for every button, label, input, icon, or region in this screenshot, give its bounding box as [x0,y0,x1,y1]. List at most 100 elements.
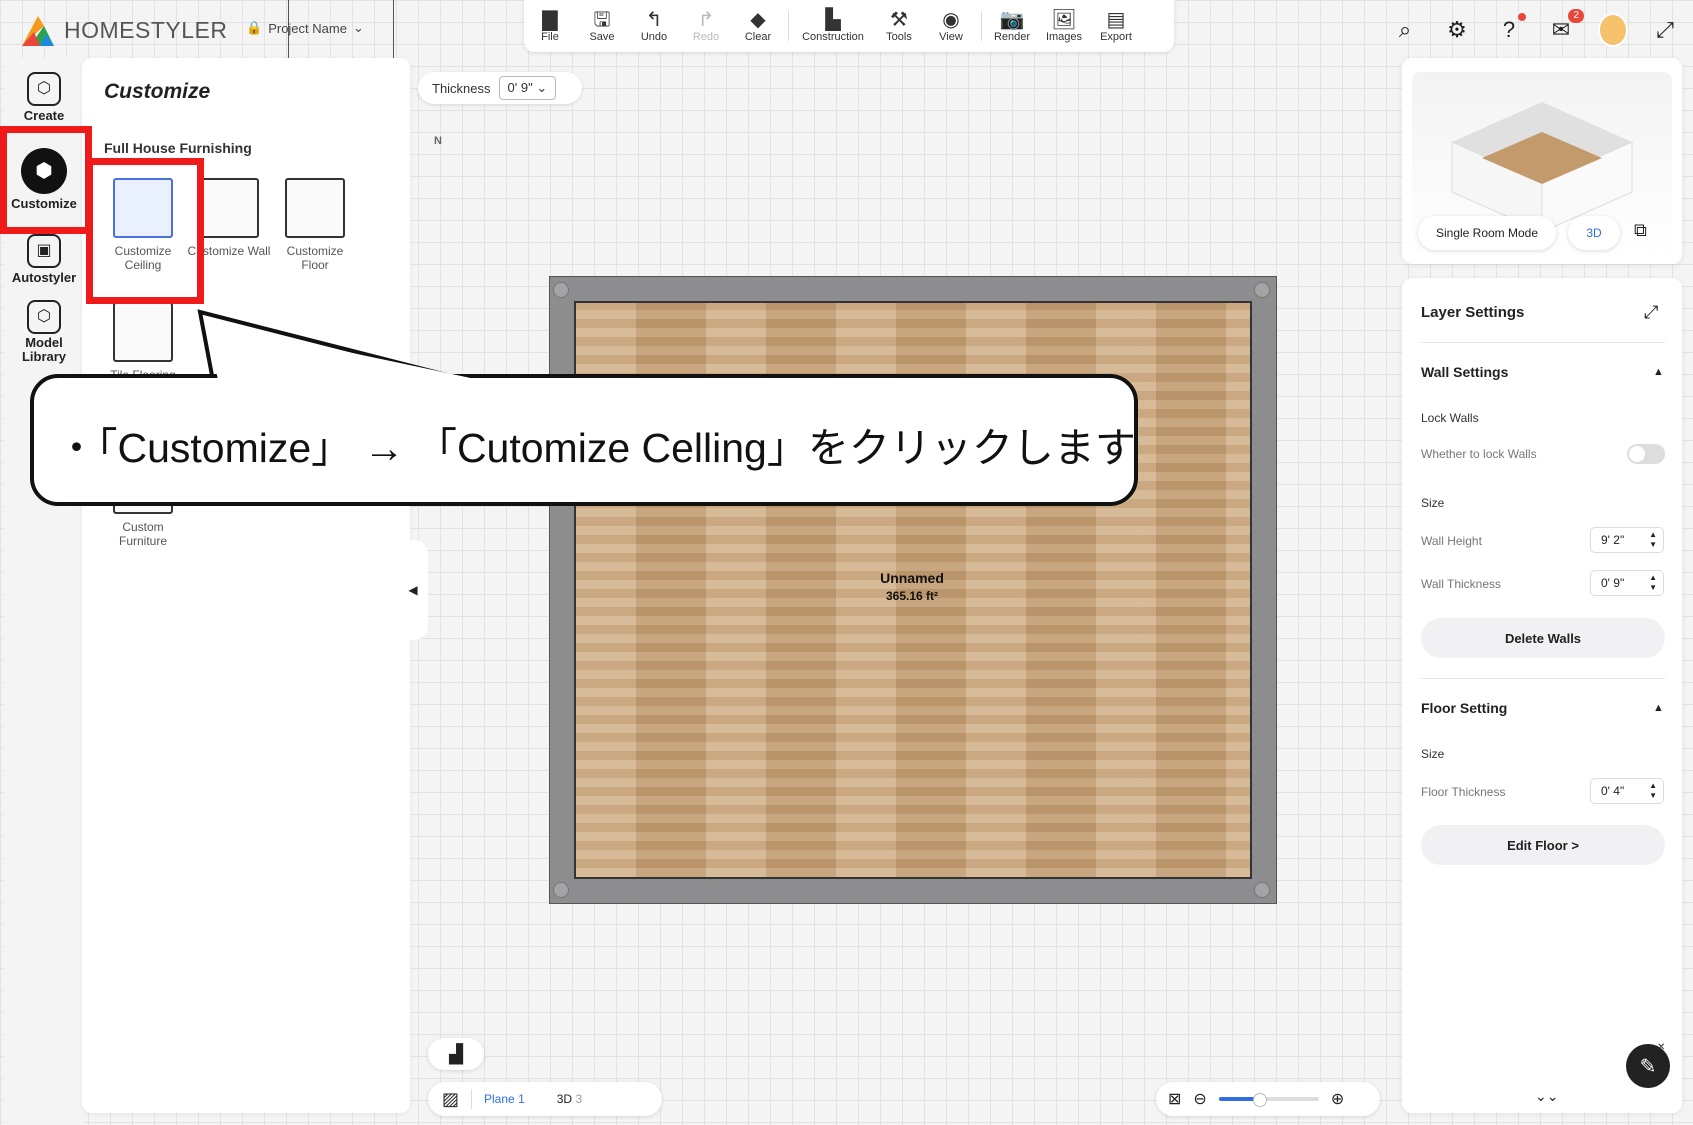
autostyler-icon: ▣ [27,234,61,268]
app-logo: HOMESTYLER [20,10,227,50]
view-button[interactable]: ◉ View [925,0,977,52]
stepper-arrows-icon[interactable]: ▲ ▼ [1649,781,1657,801]
caret-up-icon[interactable]: ▲ [1653,366,1664,378]
collapse-panel-button[interactable]: ◀ [398,540,428,640]
undo-icon: ↰ [645,9,663,31]
feedback-icon: ✎ [1639,1055,1657,1078]
panel-title: Customize [104,80,211,103]
stepper-arrows-icon[interactable]: ▲ ▼ [1649,530,1657,550]
thickness-select[interactable]: 0' 9" ⌄ [498,76,557,100]
divider [1421,678,1665,679]
mail-icon[interactable]: ✉ 2 [1546,9,1584,45]
floor-setting-header[interactable]: Floor Setting [1421,700,1507,716]
divider [1421,342,1665,343]
3d-toggle-button[interactable]: 3D [1568,216,1620,250]
floor-thickness-stepper[interactable]: 0' 4" ▲ ▼ [1590,778,1664,804]
panel-section-title: Full House Furnishing [104,140,252,156]
fullscreen-icon[interactable]: ⤢ [1650,15,1680,45]
highlight-customize-ceiling [86,158,204,304]
room-name: Unnamed [880,570,944,586]
3d-view-tab[interactable]: 3D 3 [557,1092,582,1106]
divider [471,1089,473,1109]
wall-corner-handle[interactable] [1254,282,1270,298]
redo-icon: ↱ [697,9,715,31]
undo-button[interactable]: ↰ Undo [628,0,680,52]
help-icon[interactable]: ? [1494,13,1526,45]
lock-walls-description: Whether to lock Walls [1421,447,1537,461]
zoom-out-icon[interactable]: ⊖ [1193,1089,1206,1109]
add-level-icon: ▟ [449,1043,463,1064]
project-name-dropdown[interactable]: 🔒 Project Name ⌄ [246,20,364,36]
expand-icon[interactable]: ⤢ [1644,302,1658,323]
mail-badge: 2 [1568,9,1584,23]
tile-tile-flooring[interactable]: Tile Flooring [100,302,186,382]
tools-icon: ⚒ [890,9,908,31]
zoom-slider-handle[interactable] [1252,1093,1267,1107]
zoom-in-icon[interactable]: ⊕ [1331,1089,1344,1109]
edit-floor-button[interactable]: Edit Floor > [1421,825,1665,865]
wall-height-stepper[interactable]: 9' 2" ▲ ▼ [1590,527,1664,553]
chevron-down-icon: ⌄ [352,20,364,35]
close-icon[interactable]: ✕ [1657,1042,1665,1053]
eye-icon: ◉ [942,9,960,31]
highlight-customize [0,126,92,234]
notification-dot [1518,13,1526,21]
model-library-icon: ⬡ [27,300,61,334]
caret-left-icon: ◀ [408,583,418,597]
rail-model-library[interactable]: ⬡ Model Library [4,300,84,364]
lock-walls-toggle[interactable] [1627,444,1665,464]
save-button[interactable]: 🖫 Save [576,0,628,52]
user-avatar[interactable] [1598,13,1628,47]
delete-walls-button[interactable]: Delete Walls [1421,618,1665,658]
tile-customize-floor[interactable]: Customize Floor [272,178,358,272]
wall-height-label: Wall Height [1421,534,1482,548]
wall-thickness-stepper[interactable]: 0' 9" ▲ ▼ [1590,570,1664,596]
layer-settings-panel [1402,278,1682,1113]
top-right-actions: ⌕ ⚙ ? ✉ 2 ⤢ [1390,9,1680,48]
thickness-label: Thickness [432,80,491,96]
caret-up-icon[interactable]: ▲ [1653,702,1664,714]
construction-button[interactable]: ▙ Construction [793,0,873,52]
create-icon: ⬡ [27,72,61,106]
images-button[interactable]: 🖼 Images [1038,0,1090,52]
wall-corner-handle[interactable] [1254,882,1270,898]
floor-size-label: Size [1421,747,1445,761]
hatch-icon[interactable]: ▨ [442,1089,459,1110]
double-chevron-down-icon[interactable]: ⌄⌄ [1535,1088,1558,1105]
avatar [1598,13,1628,47]
single-room-mode-button[interactable]: Single Room Mode [1418,216,1556,250]
tile-flooring-icon [113,302,173,362]
rail-create[interactable]: ⬡ Create [4,72,84,123]
copy-icon[interactable]: ⧉ [1634,220,1647,241]
render-button[interactable]: 📷 Render [986,0,1038,52]
floor-thickness-label: Floor Thickness [1421,785,1506,799]
redo-button[interactable]: ↱ Redo [680,0,732,52]
plane-view-tab[interactable]: Plane 1 [484,1092,525,1106]
zoom-slider[interactable] [1218,1093,1319,1107]
wall-corner-handle[interactable] [553,282,569,298]
stepper-arrows-icon[interactable]: ▲ ▼ [1649,573,1657,593]
compass-icon: N [434,135,442,147]
toolbar-divider [981,11,982,41]
project-name: Project Name [268,20,347,36]
fit-view-icon[interactable]: ⊠ [1168,1089,1181,1109]
save-icon: 🖫 [593,9,611,31]
file-button[interactable]: ▇ File [524,0,576,52]
homestyler-logo-icon [22,16,54,46]
rail-autostyler[interactable]: ▣ Autostyler [4,234,84,285]
floorplan-search-icon[interactable]: ⌕ [1390,15,1420,45]
clear-button[interactable]: ◆ Clear [732,0,784,52]
folder-icon: ▇ [542,9,558,31]
export-button[interactable]: ▤ Export [1090,0,1142,52]
eraser-icon: ◆ [750,9,766,31]
wall-thickness-label: Wall Thickness [1421,577,1502,591]
layer-settings-title: Layer Settings [1421,304,1525,321]
add-level-button[interactable]: ▟ [428,1038,484,1070]
tools-button[interactable]: ⚒ Tools [873,0,925,52]
settings-gear-icon[interactable]: ⚙ [1442,15,1472,45]
wall-settings-header[interactable]: Wall Settings [1421,364,1508,380]
zoom-controls: ⊠ ⊖ ⊕ [1156,1082,1380,1116]
top-toolbar: ▇ File 🖫 Save ↰ Undo ↱ Redo ◆ Clear ▙ Construc… [524,0,1174,52]
wall-corner-handle[interactable] [553,882,569,898]
thickness-control: Thickness 0' 9" ⌄ [418,72,582,104]
